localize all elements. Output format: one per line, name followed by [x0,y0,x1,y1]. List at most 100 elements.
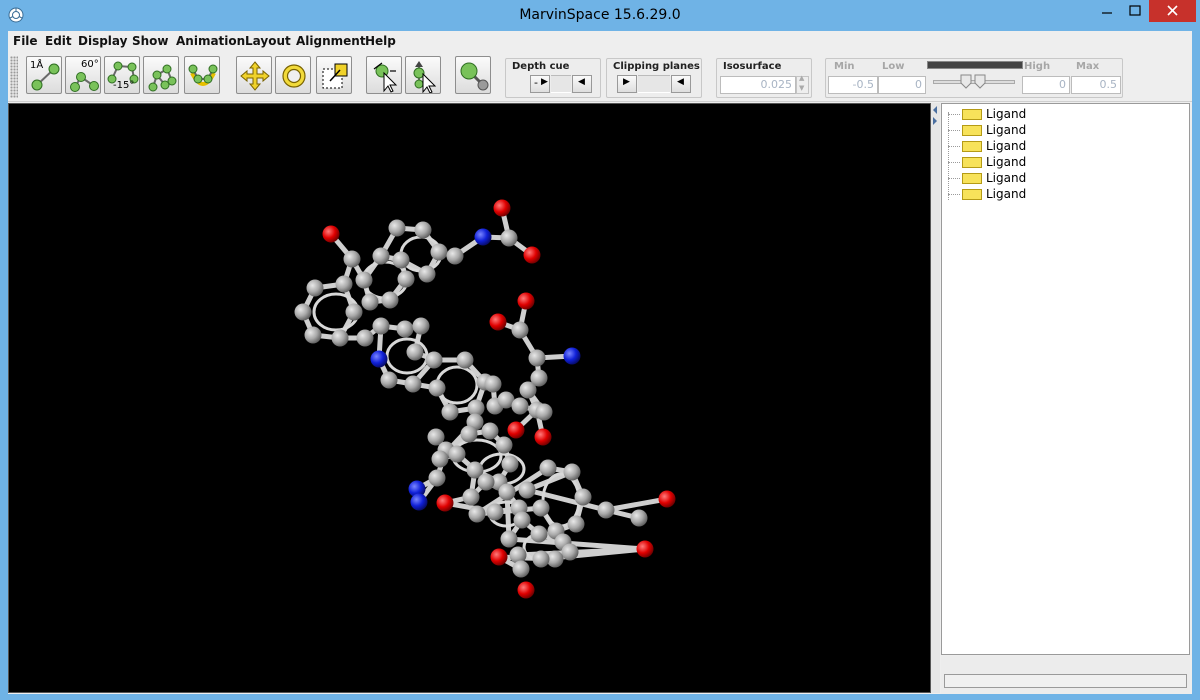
carbon-atom[interactable] [513,511,531,529]
range-slider-thumbs[interactable] [959,73,989,91]
carbon-atom[interactable] [477,473,495,491]
carbon-atom[interactable] [597,501,615,519]
menu-edit[interactable]: Edit [45,34,72,48]
carbon-atom[interactable] [448,445,466,463]
carbon-atom[interactable] [431,450,449,468]
carbon-atom[interactable] [530,525,548,543]
clipping-planes-left-button[interactable]: ▶ [617,75,637,93]
oxygen-atom[interactable] [493,199,511,217]
carbon-atom[interactable] [380,371,398,389]
oxygen-atom[interactable] [322,225,340,243]
carbon-atom[interactable] [428,469,446,487]
select-branch-button[interactable] [405,56,441,94]
carbon-atom[interactable] [512,560,530,578]
carbon-atom[interactable] [567,515,585,533]
carbon-atom[interactable] [460,425,478,443]
atom-display-button[interactable] [455,56,491,94]
oxygen-atom[interactable] [436,494,454,512]
carbon-atom[interactable] [532,550,550,568]
depth-cue-slider[interactable] [551,75,571,93]
oxygen-atom[interactable] [636,540,654,558]
carbon-atom[interactable] [441,403,459,421]
oxygen-atom[interactable] [534,428,552,446]
carbon-atom[interactable] [484,375,502,393]
carbon-atom[interactable] [397,270,415,288]
carbon-atom[interactable] [372,317,390,335]
oxygen-atom[interactable] [517,581,535,599]
select-ring-button[interactable] [184,56,220,94]
zoom-button[interactable] [316,56,352,94]
carbon-atom[interactable] [345,303,363,321]
carbon-atom[interactable] [561,543,579,561]
carbon-atom[interactable] [372,247,390,265]
carbon-atom[interactable] [430,243,448,261]
carbon-atom[interactable] [498,483,516,501]
depth-cue-decrease-button[interactable]: - ▶ [530,75,550,93]
carbon-atom[interactable] [501,455,519,473]
tree-item-ligand-6[interactable]: Ligand [948,186,1148,202]
carbon-atom[interactable] [392,251,410,269]
carbon-atom[interactable] [381,291,399,309]
menu-animation[interactable]: Animation [176,34,245,48]
menu-layout[interactable]: Layout [245,34,291,48]
title-bar[interactable]: MarvinSpace 15.6.29.0 [0,0,1200,31]
tree-item-ligand-3[interactable]: Ligand [948,138,1148,154]
carbon-atom[interactable] [425,351,443,369]
oxygen-atom[interactable] [658,490,676,508]
carbon-atom[interactable] [511,397,529,415]
oxygen-atom[interactable] [489,313,507,331]
range-max-field[interactable]: 0.5 [1071,76,1121,94]
oxygen-atom[interactable] [517,292,535,310]
carbon-atom[interactable] [500,229,518,247]
maximize-button[interactable] [1121,0,1149,22]
panel-splitter[interactable] [931,103,940,693]
collapse-left-icon[interactable] [933,106,937,114]
menu-show[interactable]: Show [132,34,169,48]
carbon-atom[interactable] [406,343,424,361]
measure-dihedral-button[interactable]: -15° [104,56,140,94]
translate-button[interactable] [236,56,272,94]
molecule-viewer[interactable] [8,103,931,693]
oxygen-atom[interactable] [523,246,541,264]
carbon-atom[interactable] [486,503,504,521]
close-button[interactable] [1149,0,1196,22]
oxygen-atom[interactable] [507,421,525,439]
carbon-atom[interactable] [528,349,546,367]
carbon-atom[interactable] [361,293,379,311]
carbon-atom[interactable] [511,321,529,339]
nitrogen-atom[interactable] [410,493,428,511]
range-high-field[interactable]: 0 [1022,76,1070,94]
select-molecule-button[interactable] [143,56,179,94]
carbon-atom[interactable] [412,317,430,335]
carbon-atom[interactable] [304,326,322,344]
carbon-atom[interactable] [418,265,436,283]
menu-display[interactable]: Display [78,34,127,48]
nitrogen-atom[interactable] [474,228,492,246]
menu-file[interactable]: File [13,34,38,48]
range-low-field[interactable]: 0 [878,76,926,94]
carbon-atom[interactable] [630,509,648,527]
carbon-atom[interactable] [532,499,550,517]
carbon-atom[interactable] [500,530,518,548]
measure-distance-button[interactable]: 1Å [26,56,62,94]
carbon-atom[interactable] [428,379,446,397]
depth-cue-increase-button[interactable]: ◀ [572,75,592,93]
tree-item-ligand-5[interactable]: Ligand [948,170,1148,186]
carbon-atom[interactable] [468,505,486,523]
isosurface-spinner[interactable]: ▲ ▼ [796,74,809,94]
carbon-atom[interactable] [446,247,464,265]
tree-item-ligand-1[interactable]: Ligand [948,106,1148,122]
range-min-field[interactable]: -0.5 [828,76,878,94]
carbon-atom[interactable] [535,403,553,421]
tree-item-ligand-4[interactable]: Ligand [948,154,1148,170]
clipping-planes-slider[interactable] [638,75,670,93]
toolbar-grip[interactable] [10,56,18,98]
nitrogen-atom[interactable] [370,350,388,368]
carbon-atom[interactable] [509,546,527,564]
menu-alignment[interactable]: Alignment [296,34,366,48]
oxygen-atom[interactable] [490,548,508,566]
rotate-button[interactable] [275,56,311,94]
carbon-atom[interactable] [355,271,373,289]
clipping-planes-right-button[interactable]: ◀ [671,75,691,93]
menu-help[interactable]: Help [365,34,396,48]
